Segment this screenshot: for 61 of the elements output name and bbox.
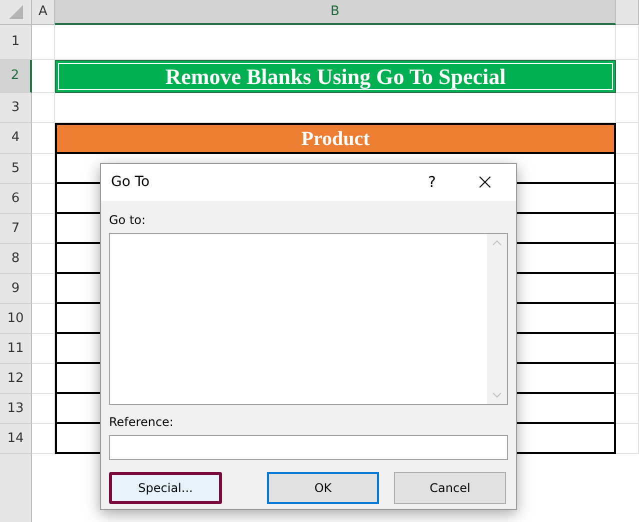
grid-cell [32, 424, 55, 454]
reference-label: Reference: [109, 415, 174, 429]
row-header[interactable]: 5 [0, 154, 32, 184]
row-header[interactable]: 1 [0, 25, 32, 60]
grid-cell [32, 304, 55, 334]
grid-cell [32, 25, 55, 60]
grid-cell [616, 394, 639, 424]
title-cell: Remove Blanks Using Go To Special [55, 60, 616, 93]
row-header [0, 454, 32, 522]
grid-cell [32, 274, 55, 304]
grid-cell [616, 214, 639, 244]
column-header[interactable] [616, 0, 639, 25]
grid-cell [616, 424, 639, 454]
reference-field[interactable] [109, 435, 508, 460]
row-header[interactable]: 10 [0, 304, 32, 334]
dialog-button[interactable]: Special... [109, 472, 222, 504]
grid-cell [616, 123, 639, 154]
grid-cell [32, 334, 55, 364]
corner-triangle-icon [8, 5, 22, 19]
row-header[interactable]: 12 [0, 364, 32, 394]
grid-cell [616, 25, 639, 60]
grid-cell [616, 304, 639, 334]
go-to-label: Go to: [109, 213, 146, 227]
grid-cell [32, 154, 55, 184]
row-header[interactable]: 9 [0, 274, 32, 304]
row-header[interactable]: 8 [0, 244, 32, 274]
row-header[interactable]: 2 [0, 60, 32, 93]
go-to-list[interactable] [109, 233, 508, 405]
grid-cell [616, 60, 639, 93]
grid-cell [32, 184, 55, 214]
column-header[interactable]: A [32, 0, 55, 25]
row-header[interactable]: 7 [0, 214, 32, 244]
row-header[interactable]: 14 [0, 424, 32, 454]
select-all-corner[interactable] [0, 0, 32, 25]
grid-cell [616, 184, 639, 214]
dialog-button[interactable]: Cancel [394, 472, 506, 504]
row-header[interactable]: 6 [0, 184, 32, 214]
grid-cell [616, 334, 639, 364]
grid-cell [616, 244, 639, 274]
scroll-down-icon[interactable] [492, 392, 502, 398]
grid-cell [616, 154, 639, 184]
row-header[interactable]: 3 [0, 93, 32, 123]
row-header[interactable]: 11 [0, 334, 32, 364]
grid-cell [616, 93, 639, 123]
help-button[interactable]: ? [428, 171, 436, 194]
row-header[interactable]: 13 [0, 394, 32, 424]
row-header[interactable]: 4 [0, 123, 32, 154]
grid-cell [32, 394, 55, 424]
grid-cell [616, 274, 639, 304]
scroll-up-icon[interactable] [492, 240, 502, 246]
grid-cell [616, 364, 639, 394]
grid-cell [32, 244, 55, 274]
grid-cell [32, 93, 55, 123]
grid-cell [32, 364, 55, 394]
grid-cell [32, 214, 55, 244]
dialog-button[interactable]: OK [267, 472, 379, 504]
dialog-title: Go To [111, 173, 150, 192]
scrollbar[interactable] [487, 234, 507, 404]
table-header-cell: Product [55, 123, 616, 154]
close-button[interactable]: × [474, 172, 496, 194]
column-header[interactable]: B [55, 0, 616, 25]
